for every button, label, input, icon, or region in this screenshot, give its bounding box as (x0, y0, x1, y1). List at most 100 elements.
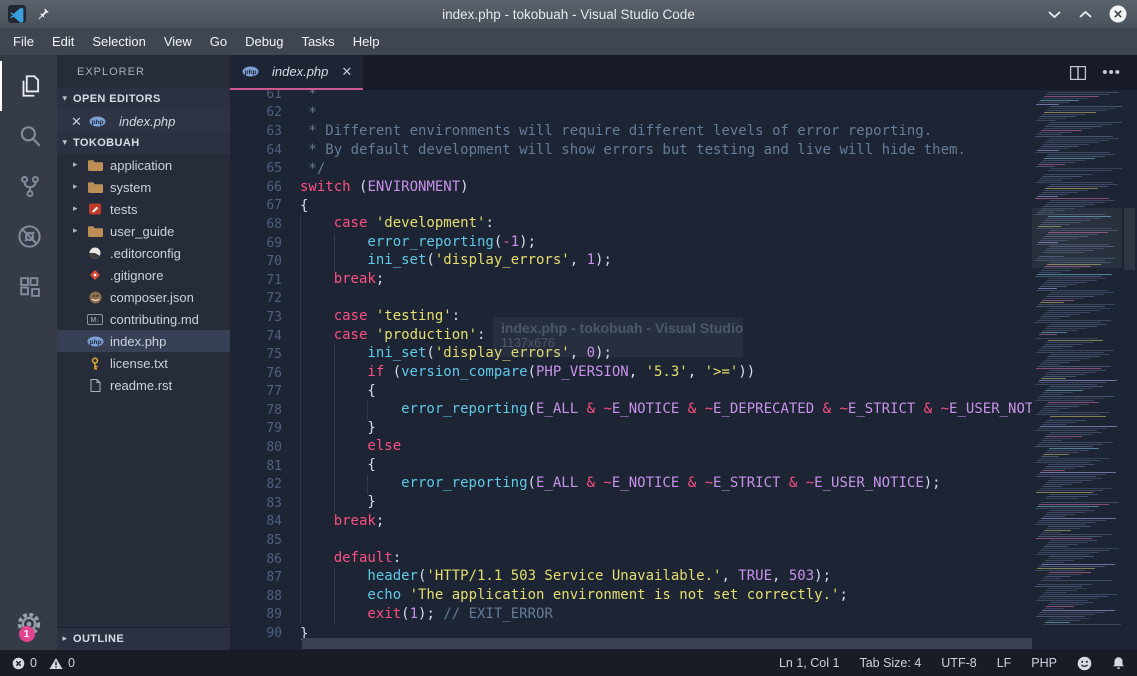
tree-item-composer-json[interactable]: composer.json (57, 286, 230, 308)
file-icon (86, 379, 104, 392)
vscode-logo-icon (8, 5, 26, 23)
horizontal-scrollbar[interactable] (302, 638, 1032, 649)
menu-debug[interactable]: Debug (236, 28, 292, 55)
menu-selection[interactable]: Selection (83, 28, 154, 55)
minimize-icon[interactable] (1047, 9, 1062, 19)
tab-bar: php index.php ✕ ••• (230, 55, 1137, 90)
menu-help[interactable]: Help (344, 28, 389, 55)
section-collapsed-icon: ▸ (57, 634, 73, 644)
title-bar: index.php - tokobuah - Visual Studio Cod… (0, 0, 1137, 28)
search-icon[interactable] (0, 111, 57, 161)
encoding[interactable]: UTF-8 (941, 656, 976, 670)
line-number: 75 (230, 347, 300, 362)
open-editor-index-php[interactable]: ✕phpindex.php (57, 110, 230, 132)
open-editors-header[interactable]: ▾ OPEN EDITORS (57, 88, 230, 110)
folder-icon (86, 181, 104, 193)
minimap-viewport[interactable] (1032, 208, 1122, 268)
code-line: 80else (230, 438, 1032, 457)
manage-gear-icon[interactable]: 1 (15, 610, 43, 638)
code-line: 67{ (230, 197, 1032, 216)
menu-edit[interactable]: Edit (43, 28, 83, 55)
tree-item-index-php[interactable]: phpindex.php (57, 330, 230, 352)
close-window-icon[interactable] (1109, 5, 1127, 23)
extensions-icon[interactable] (0, 261, 57, 311)
menu-view[interactable]: View (155, 28, 201, 55)
line-number: 90 (230, 626, 300, 641)
line-number: 67 (230, 198, 300, 213)
scrollbar-thumb[interactable] (1124, 208, 1135, 270)
line-number: 64 (230, 143, 300, 158)
line-number: 83 (230, 496, 300, 511)
chevron-right-icon: ▸ (73, 204, 86, 214)
cursor-position[interactable]: Ln 1, Col 1 (779, 656, 839, 670)
code-line: 78error_reporting(E_ALL & ~E_NOTICE & ~E… (230, 401, 1032, 420)
code-line: 76if (version_compare(PHP_VERSION, '5.3'… (230, 364, 1032, 383)
line-number: 89 (230, 607, 300, 622)
sidebar-title: EXPLORER (57, 55, 230, 88)
more-actions-icon[interactable]: ••• (1102, 68, 1121, 78)
line-number: 69 (230, 236, 300, 251)
language-mode[interactable]: PHP (1031, 656, 1057, 670)
tree-item-editorconfig[interactable]: .editorconfig (57, 242, 230, 264)
menu-bar: FileEditSelectionViewGoDebugTasksHelp (0, 28, 1137, 55)
tree-item-contributing-md[interactable]: M↓contributing.md (57, 308, 230, 330)
feedback-smiley-icon[interactable] (1077, 656, 1092, 671)
outline-header[interactable]: ▸ OUTLINE (57, 627, 230, 650)
explorer-icon[interactable] (0, 61, 57, 111)
menu-go[interactable]: Go (201, 28, 236, 55)
code-line: 75ini_set('display_errors', 0); (230, 345, 1032, 364)
php-icon: php (86, 336, 104, 347)
debug-icon[interactable] (0, 211, 57, 261)
code-line: 82error_reporting(E_ALL & ~E_NOTICE & ~E… (230, 475, 1032, 494)
line-number: 88 (230, 589, 300, 604)
menu-tasks[interactable]: Tasks (292, 28, 343, 55)
code-line: 62 * (230, 104, 1032, 123)
tree-item-readme-rst[interactable]: readme.rst (57, 374, 230, 396)
tab-index-php[interactable]: php index.php ✕ (230, 55, 363, 90)
chevron-right-icon: ▸ (73, 182, 86, 192)
close-tab-icon[interactable]: ✕ (341, 65, 352, 78)
code-line: 86default: (230, 550, 1032, 569)
line-number: 61 (230, 90, 300, 102)
tab-size[interactable]: Tab Size: 4 (859, 656, 921, 670)
php-icon: php (241, 66, 259, 77)
line-number: 70 (230, 254, 300, 269)
line-number: 66 (230, 180, 300, 195)
eol[interactable]: LF (997, 656, 1012, 670)
minimap[interactable] (1032, 90, 1122, 650)
errors-indicator[interactable]: 0 (12, 656, 37, 670)
line-number: 78 (230, 403, 300, 418)
tree-item-application[interactable]: ▸application (57, 154, 230, 176)
chevron-right-icon: ▸ (73, 226, 86, 236)
svg-text:php: php (89, 339, 101, 346)
line-number: 82 (230, 477, 300, 492)
open-editors-list: ✕phpindex.php (57, 110, 230, 132)
menu-file[interactable]: File (4, 28, 43, 55)
line-number: 73 (230, 310, 300, 325)
code-line: 88echo 'The application environment is n… (230, 587, 1032, 606)
tree-item-system[interactable]: ▸system (57, 176, 230, 198)
key-icon (86, 357, 104, 370)
vertical-scrollbar[interactable] (1122, 90, 1137, 650)
code-line: 68case 'development': (230, 215, 1032, 234)
code-line: 63 * Different environments will require… (230, 122, 1032, 141)
tree-item-license-txt[interactable]: license.txt (57, 352, 230, 374)
split-editor-icon[interactable] (1070, 66, 1086, 80)
project-header[interactable]: ▾ TOKOBUAH (57, 132, 230, 154)
close-icon[interactable]: ✕ (71, 115, 81, 128)
code-line: 84break; (230, 513, 1032, 532)
code-editor[interactable]: 61 *62 *63 * Different environments will… (230, 90, 1032, 650)
tree-item-gitignore[interactable]: .gitignore (57, 264, 230, 286)
file-tree: ▸application▸system▸tests▸user_guide.edi… (57, 154, 230, 396)
line-number: 62 (230, 105, 300, 120)
tests-icon (86, 203, 104, 215)
notifications-bell-icon[interactable] (1112, 656, 1125, 670)
chevron-right-icon: ▸ (73, 160, 86, 170)
notification-badge: 1 (19, 626, 35, 642)
code-line: 64 * By default development will show er… (230, 141, 1032, 160)
tree-item-tests[interactable]: ▸tests (57, 198, 230, 220)
warnings-indicator[interactable]: 0 (49, 656, 75, 670)
tree-item-user-guide[interactable]: ▸user_guide (57, 220, 230, 242)
source-control-icon[interactable] (0, 161, 57, 211)
maximize-icon[interactable] (1078, 9, 1093, 19)
